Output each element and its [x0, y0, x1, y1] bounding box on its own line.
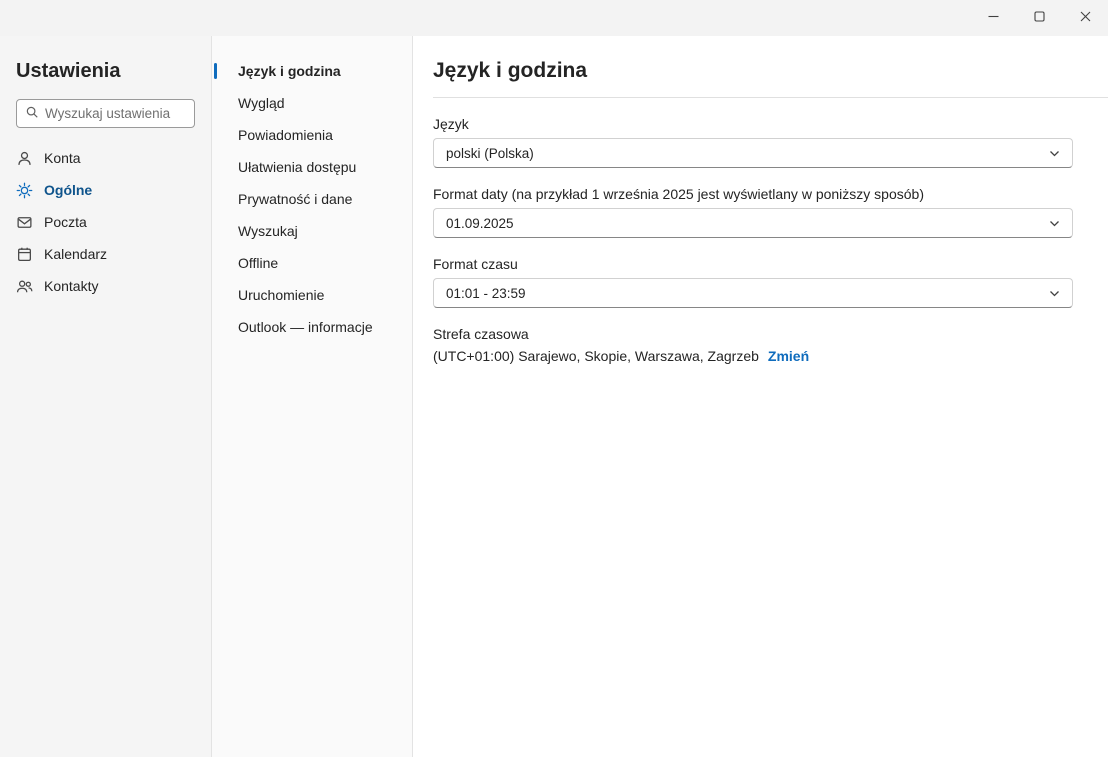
timezone-change-link[interactable]: Zmień [768, 348, 809, 364]
search-icon [25, 105, 39, 122]
date-format-select[interactable]: 01.09.2025 [433, 208, 1073, 238]
nav-item-outlook-informacje[interactable]: Outlook — informacje [212, 311, 412, 343]
language-label: Język [433, 116, 469, 132]
sidebar-item-label: Konta [44, 150, 81, 166]
titlebar [0, 0, 1108, 36]
nav-item-uruchomienie[interactable]: Uruchomienie [212, 279, 412, 311]
chevron-down-icon [1048, 217, 1061, 230]
nav-item-prywatnosc-i-dane[interactable]: Prywatność i dane [212, 183, 412, 215]
language-select-value: polski (Polska) [446, 145, 534, 161]
nav-item-offline[interactable]: Offline [212, 247, 412, 279]
sidebar-item-label: Ogólne [44, 182, 93, 198]
chevron-down-icon [1048, 287, 1061, 300]
nav-item-label: Wyszukaj [238, 223, 298, 239]
nav-item-jezyk-i-godzina[interactable]: Język i godzina [212, 55, 412, 87]
settings-content: Język i godzina Język polski (Polska) Fo… [413, 36, 1108, 757]
date-format-label: Format daty (na przykład 1 września 2025… [433, 186, 924, 202]
calendar-icon [16, 246, 33, 263]
selected-indicator [214, 63, 217, 79]
maximize-icon [1033, 10, 1046, 26]
mail-icon [16, 214, 33, 231]
settings-sidebar: Ustawienia Konta [0, 36, 212, 757]
close-icon [1079, 10, 1092, 26]
timezone-value: (UTC+01:00) Sarajewo, Skopie, Warszawa, … [433, 348, 759, 364]
maximize-button[interactable] [1016, 0, 1062, 36]
time-format-select-value: 01:01 - 23:59 [446, 285, 526, 301]
sidebar-item-label: Kalendarz [44, 246, 108, 262]
nav-item-wyglad[interactable]: Wygląd [212, 87, 412, 119]
gear-icon [16, 182, 33, 199]
close-button[interactable] [1062, 0, 1108, 36]
nav-item-label: Powiadomienia [238, 127, 333, 143]
settings-section-nav: Język i godzina Wygląd Powiadomienia Uła… [212, 36, 413, 757]
search-input[interactable] [45, 106, 186, 121]
nav-item-label: Prywatność i dane [238, 191, 353, 207]
sidebar-item-ogolne[interactable]: Ogólne [0, 174, 211, 206]
nav-item-label: Wygląd [238, 95, 285, 111]
time-format-label: Format czasu [433, 256, 518, 272]
nav-item-label: Język i godzina [238, 63, 341, 79]
people-icon [16, 278, 33, 295]
sidebar-item-label: Kontakty [44, 278, 99, 294]
title-divider [433, 97, 1108, 98]
nav-item-wyszukaj[interactable]: Wyszukaj [212, 215, 412, 247]
timezone-label: Strefa czasowa [433, 326, 529, 342]
nav-item-powiadomienia[interactable]: Powiadomienia [212, 119, 412, 151]
sidebar-item-poczta[interactable]: Poczta [0, 206, 211, 238]
nav-item-label: Ułatwienia dostępu [238, 159, 357, 175]
page-title: Język i godzina [433, 59, 588, 82]
nav-item-ulatwienia-dostepu[interactable]: Ułatwienia dostępu [212, 151, 412, 183]
chevron-down-icon [1048, 147, 1061, 160]
search-box[interactable] [16, 99, 195, 128]
time-format-select[interactable]: 01:01 - 23:59 [433, 278, 1073, 308]
minimize-button[interactable] [970, 0, 1016, 36]
nav-item-label: Uruchomienie [238, 287, 325, 303]
sidebar-item-label: Poczta [44, 214, 87, 230]
minimize-icon [987, 10, 1000, 26]
sidebar-item-kalendarz[interactable]: Kalendarz [0, 238, 211, 270]
nav-item-label: Outlook — informacje [238, 319, 373, 335]
sidebar-item-konta[interactable]: Konta [0, 142, 211, 174]
settings-title: Ustawienia [16, 60, 121, 82]
person-icon [16, 150, 33, 167]
language-select[interactable]: polski (Polska) [433, 138, 1073, 168]
date-format-select-value: 01.09.2025 [446, 215, 514, 231]
nav-item-label: Offline [238, 255, 279, 271]
sidebar-item-kontakty[interactable]: Kontakty [0, 270, 211, 302]
